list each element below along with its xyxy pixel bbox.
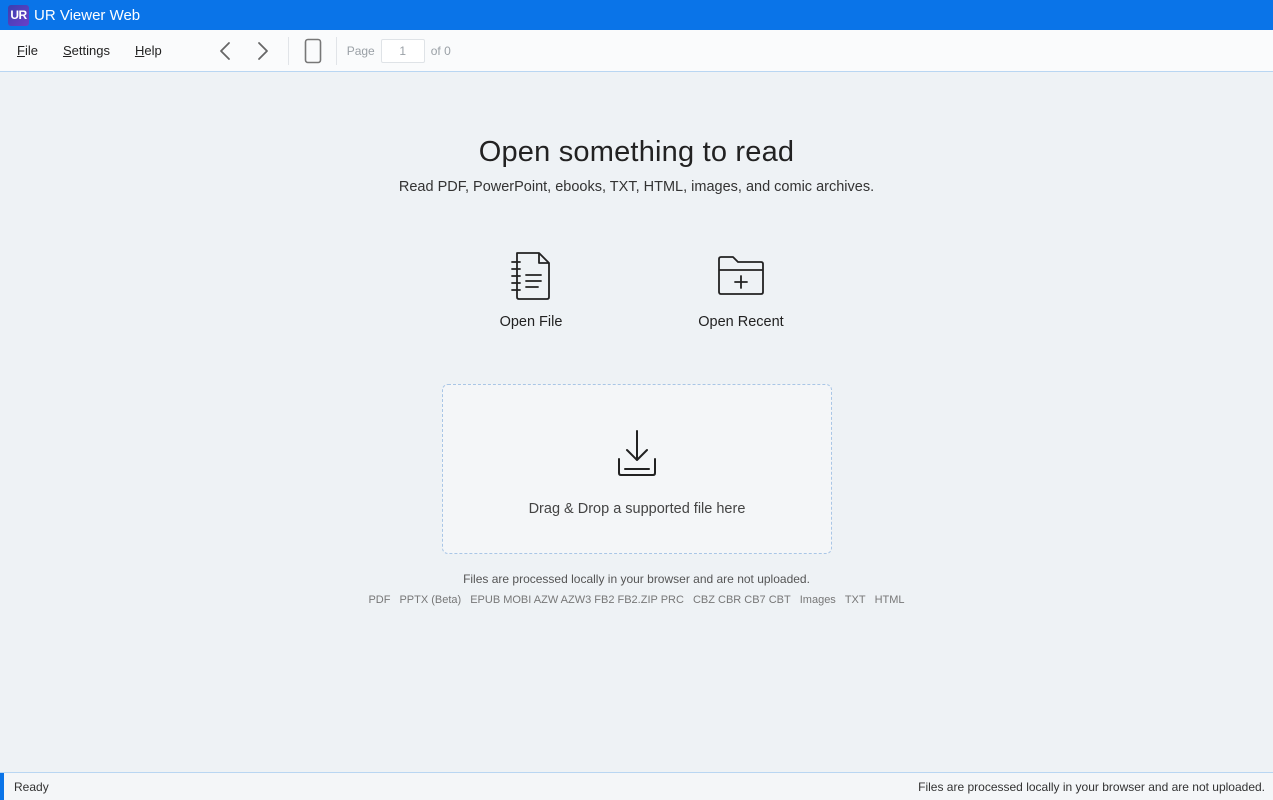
document-icon [511,252,550,300]
toolbar-separator [335,36,337,65]
view-mode-button[interactable] [301,38,325,63]
page-number-input[interactable] [380,38,425,63]
chevron-left-icon [219,41,230,60]
open-file-button[interactable]: Open File [451,250,611,330]
format-txt: TXT [844,594,866,606]
app-title: UR Viewer Web [34,6,141,24]
download-tray-icon [618,430,656,476]
open-recent-label: Open Recent [698,314,784,330]
menu-file-mnemonic: F [17,43,25,58]
app-logo: UR [8,4,29,26]
toolbar: File Settings Help Page of 0 [0,30,1273,72]
menu-settings-mnemonic: S [62,43,72,58]
menu-file-rest: ile [24,43,38,58]
privacy-note: Files are processed locally in your brow… [463,572,810,586]
page-label: Page [346,43,375,58]
format-pptx: PPTX (Beta) [399,594,462,606]
page-total: of 0 [430,43,451,58]
prev-page-button[interactable] [213,39,237,63]
status-text: Ready [14,779,49,794]
chevron-right-icon [257,41,268,60]
format-pdf: PDF [368,594,391,606]
supported-formats: PDF PPTX (Beta) EPUB MOBI AZW AZW3 FB2 F… [0,594,1273,606]
format-comics: CBZ CBR CB7 CBT [692,594,791,606]
menu-settings-rest: ettings [71,43,110,58]
next-page-button[interactable] [251,39,275,63]
menu-file[interactable]: File [17,43,38,58]
start-screen: Open something to read Read PDF, PowerPo… [0,72,1273,772]
menu-settings[interactable]: Settings [63,43,110,58]
format-images: Images [799,594,836,606]
drop-zone[interactable]: Drag & Drop a supported file here [442,384,832,554]
open-file-label: Open File [499,314,563,330]
title-bar: UR UR Viewer Web [0,0,1273,30]
status-privacy-note: Files are processed locally in your brow… [918,779,1265,794]
single-page-icon [304,38,322,63]
menu-help[interactable]: Help [135,43,162,58]
status-bar: Ready Files are processed locally in you… [0,772,1273,800]
menu-help-mnemonic: H [134,43,145,58]
drop-zone-label: Drag & Drop a supported file here [528,501,746,517]
menu-help-rest: elp [144,43,162,58]
toolbar-separator [287,36,289,65]
page-title: Open something to read [478,136,795,168]
folder-plus-icon [718,256,764,295]
page-subtitle: Read PDF, PowerPoint, ebooks, TXT, HTML,… [398,179,875,195]
status-accent [0,773,4,800]
format-html: HTML [874,594,905,606]
open-recent-button[interactable]: Open Recent [661,250,821,330]
format-ebooks: EPUB MOBI AZW AZW3 FB2 FB2.ZIP PRC [470,594,684,606]
